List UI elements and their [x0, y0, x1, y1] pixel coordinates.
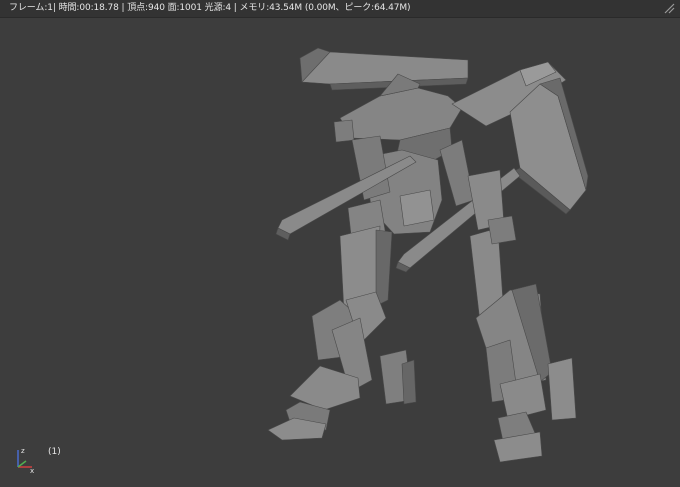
- svg-text:z: z: [21, 447, 25, 455]
- axis-gizmo-icon: z x: [17, 447, 34, 475]
- 3d-viewport[interactable]: フレーム:1| 時間:00:18.78 | 頂点:940 面:1001 光源:4…: [0, 0, 680, 487]
- current-frame-label: (1): [48, 447, 61, 457]
- robot-mesh-render: [267, 47, 589, 463]
- svg-text:x: x: [30, 467, 34, 475]
